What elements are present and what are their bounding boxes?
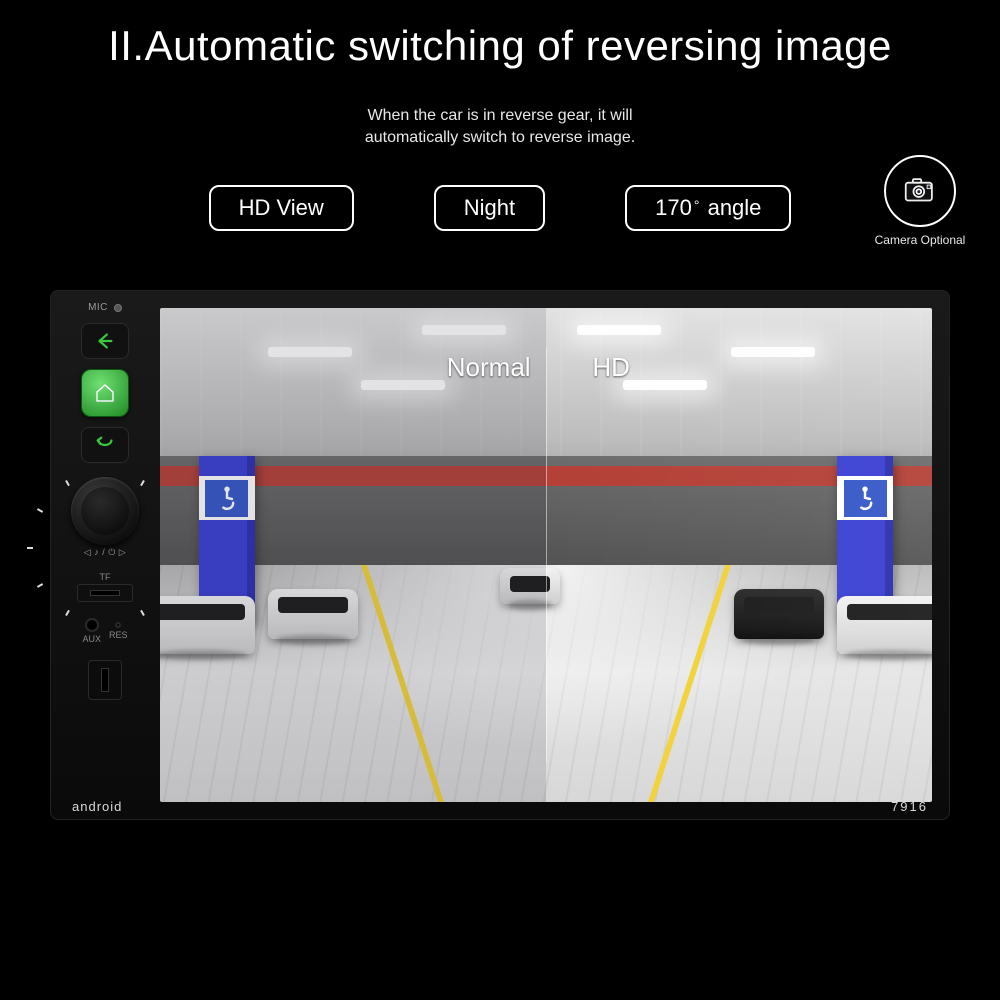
subtitle-line2: automatically switch to reverse image.	[365, 129, 635, 146]
mode-label-normal: Normal	[447, 352, 531, 383]
mode-label-hd: HD	[592, 352, 630, 383]
badge-angle: 170° angle	[625, 185, 791, 231]
camera-caption: Camera Optional	[875, 233, 966, 247]
badge-night: Night	[434, 185, 545, 231]
aux-jack[interactable]	[85, 618, 99, 632]
device-brand-label: android	[72, 799, 122, 814]
camera-optional: Camera Optional	[870, 155, 970, 247]
back-button[interactable]	[81, 323, 129, 359]
reset-pinhole[interactable]	[115, 622, 121, 628]
res-label: RES	[109, 630, 128, 640]
tf-card-slot[interactable]	[77, 584, 133, 602]
product-feature-slide: II.Automatic switching of reversing imag…	[0, 0, 1000, 1000]
mic-label: MIC	[88, 302, 108, 313]
recent-apps-button[interactable]	[81, 427, 129, 463]
subtitle-line1: When the car is in reverse gear, it will	[368, 107, 633, 124]
tf-label: TF	[100, 572, 111, 582]
device-side-panel: MIC	[50, 290, 160, 820]
angle-word: angle	[708, 195, 762, 221]
page-title: II.Automatic switching of reversing imag…	[0, 22, 1000, 70]
reverse-camera-view: Normal HD	[160, 308, 932, 802]
home-button[interactable]	[81, 369, 129, 417]
angle-number: 170	[655, 195, 692, 221]
comparison-divider	[546, 348, 547, 763]
degree-symbol: °	[694, 197, 700, 213]
device-model-label: 7916	[891, 799, 928, 814]
touchscreen[interactable]: Normal HD	[160, 308, 932, 802]
page-subtitle: When the car is in reverse gear, it will…	[0, 105, 1000, 150]
camera-icon	[884, 155, 956, 227]
head-unit-device: MIC	[50, 290, 950, 820]
mic-hole-icon	[114, 304, 122, 312]
aux-label: AUX	[82, 634, 101, 644]
feature-badges: HD View Night 170° angle	[0, 185, 1000, 231]
badge-hd-view: HD View	[209, 185, 354, 231]
usb-slot[interactable]	[88, 660, 122, 700]
volume-knob[interactable]: ◁ ♪ / ⏻ ▷	[71, 477, 139, 558]
